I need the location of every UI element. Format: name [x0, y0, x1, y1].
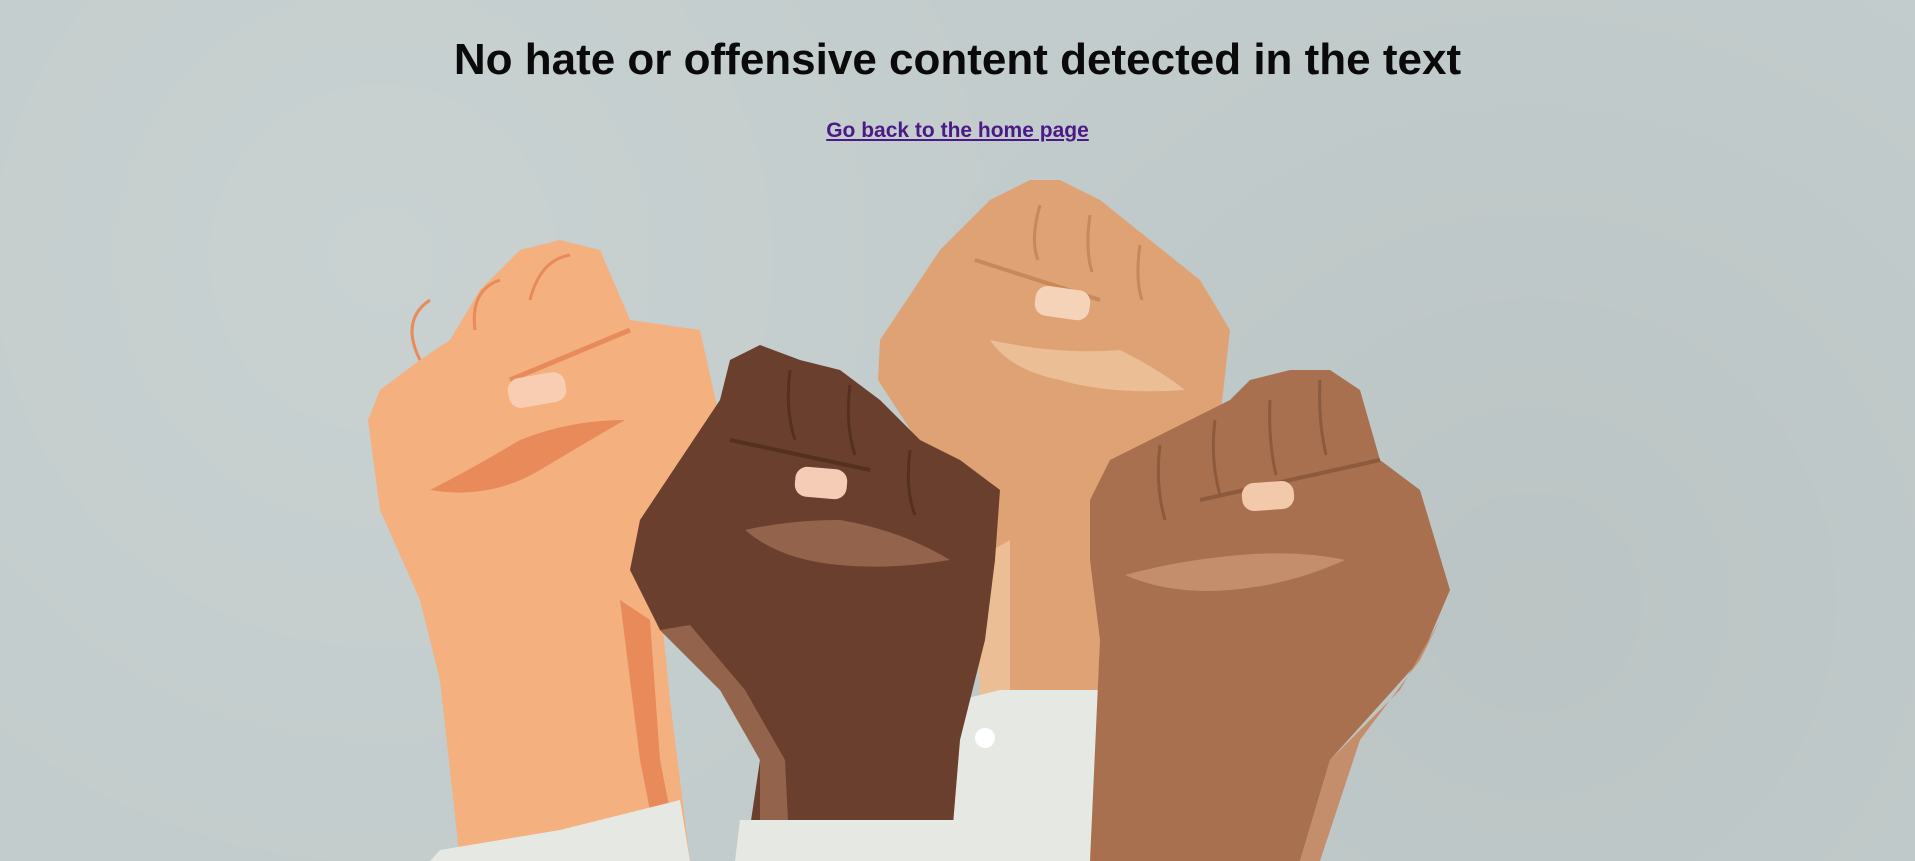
home-link-container: Go back to the home page: [0, 116, 1915, 146]
medium-fist-icon: [1090, 370, 1450, 861]
page-title: No hate or offensive content detected in…: [453, 35, 1462, 84]
home-page-link[interactable]: Go back to the home page: [826, 119, 1089, 142]
